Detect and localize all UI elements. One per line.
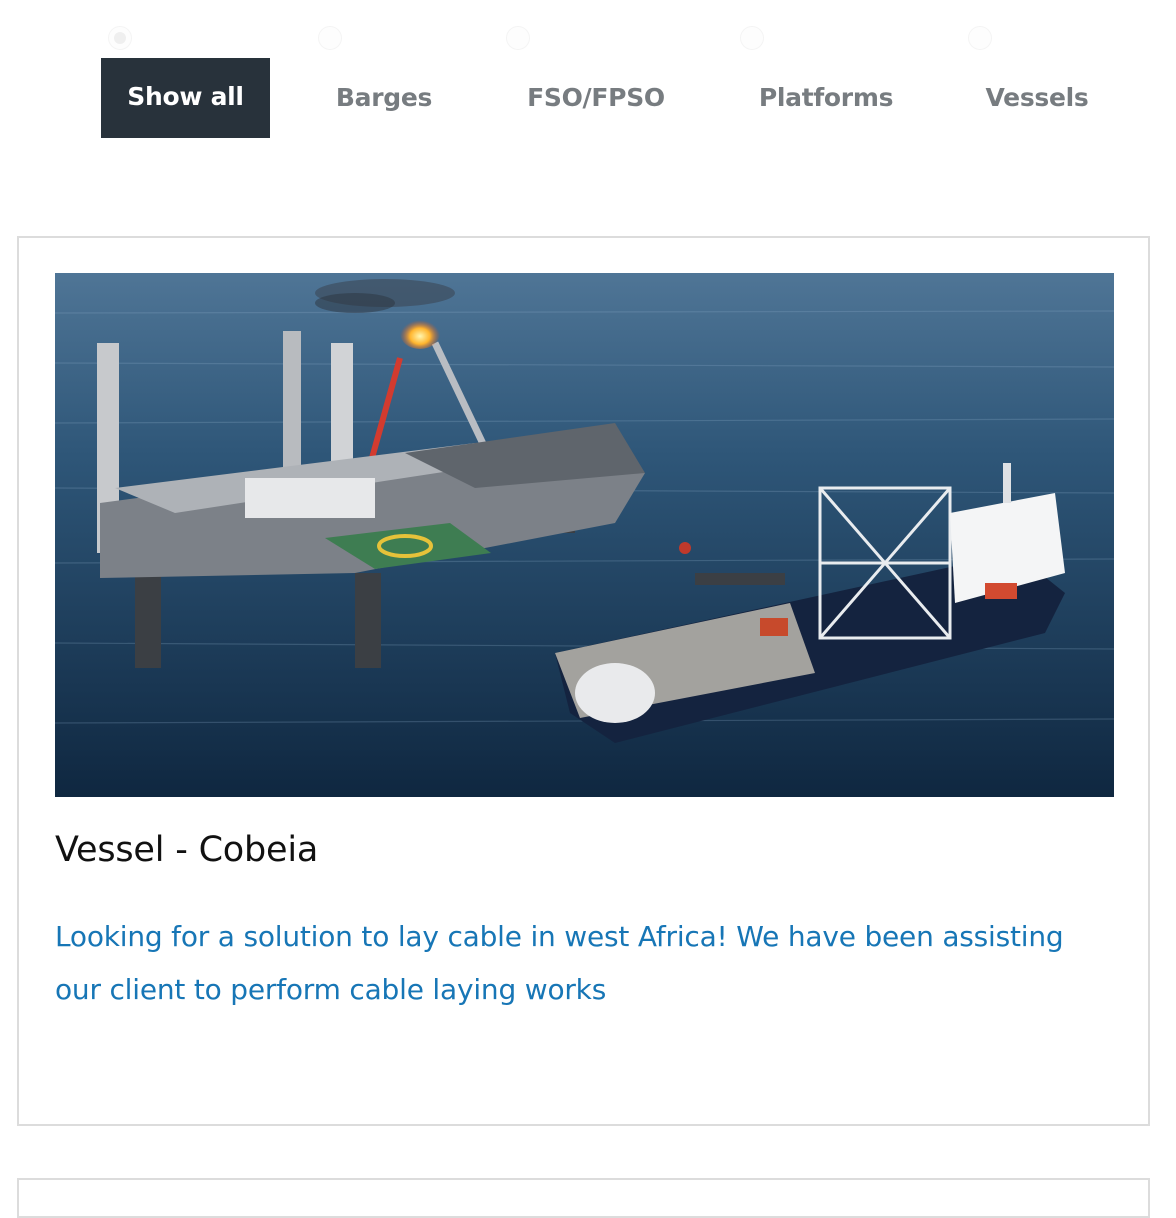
filter-vessels-button[interactable]: Vessels xyxy=(968,58,1106,138)
filter-show-all-button[interactable]: Show all xyxy=(101,58,270,138)
filter-barges-button[interactable]: Barges xyxy=(318,58,450,138)
category-filter-bar: Show all Barges FSO/FPSO Platforms Vesse… xyxy=(0,0,1176,150)
filter-fso-fpso-button[interactable]: FSO/FPSO xyxy=(506,58,686,138)
card-description[interactable]: Looking for a solution to lay cable in w… xyxy=(55,910,1095,1016)
filter-radio-platforms[interactable] xyxy=(740,26,764,50)
offshore-platform-vessel-photo[interactable] xyxy=(55,273,1114,797)
filter-radio-show-all[interactable] xyxy=(108,26,132,50)
filter-radio-vessels[interactable] xyxy=(968,26,992,50)
card-title[interactable]: Vessel - Cobeia xyxy=(55,830,318,870)
project-card xyxy=(17,1178,1150,1218)
card-title-link[interactable]: Vessel - Cobeia xyxy=(55,830,318,870)
filter-platforms-button[interactable]: Platforms xyxy=(740,58,912,138)
filter-radio-fso-fpso[interactable] xyxy=(506,26,530,50)
filter-radio-barges[interactable] xyxy=(318,26,342,50)
project-card: Vessel - Cobeia Looking for a solution t… xyxy=(17,236,1150,1126)
